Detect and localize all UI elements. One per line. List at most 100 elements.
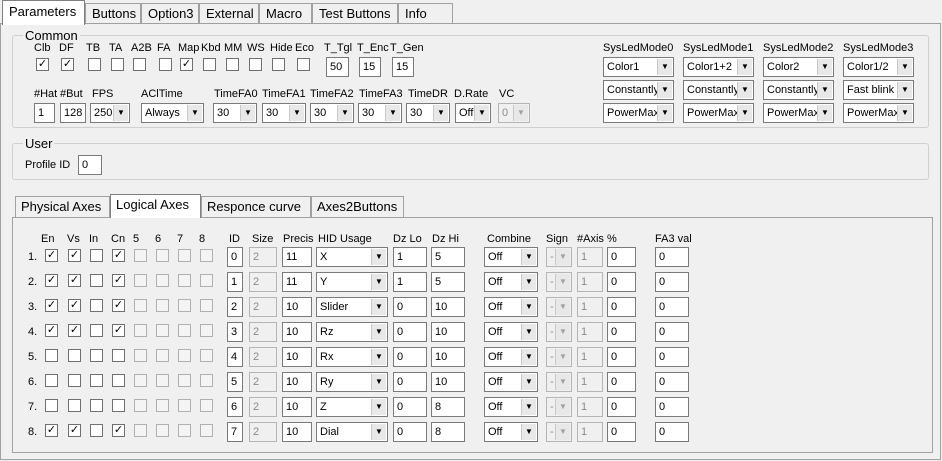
time-dr-select[interactable]: 30 ▼	[406, 103, 450, 123]
axis-flag-checkbox[interactable]	[90, 424, 103, 437]
axis-precis-input[interactable]: 10	[282, 297, 312, 317]
axis-hid-usage-select[interactable]: Rx ▼	[316, 347, 388, 367]
time-fa1-select[interactable]: 30 ▼	[262, 103, 306, 123]
axis-fa3-input[interactable]: 0	[655, 297, 689, 317]
axis-flag-checkbox[interactable]: ✓	[68, 299, 81, 312]
axis-flag-checkbox[interactable]	[90, 299, 103, 312]
hat-input[interactable]: 1	[34, 103, 55, 123]
sys-led-color-select[interactable]: Color2 ▼	[763, 57, 834, 77]
subtab-physical-axes[interactable]: Physical Axes	[15, 196, 110, 217]
axis-hid-usage-select[interactable]: Z ▼	[316, 397, 388, 417]
sys-led-color-select[interactable]: Color1+2 ▼	[683, 57, 754, 77]
axis-percent-input[interactable]: 0	[607, 322, 636, 342]
axis-flag-checkbox[interactable]: ✓	[112, 424, 125, 437]
tab-info[interactable]: Info	[398, 3, 453, 24]
tab-buttons[interactable]: Buttons	[85, 3, 141, 24]
axis-flag-checkbox[interactable]: ✓	[112, 249, 125, 262]
sys-led-mode-select[interactable]: Constantly ▼	[683, 80, 754, 100]
axis-precis-input[interactable]: 10	[282, 422, 312, 442]
axis-precis-input[interactable]: 10	[282, 397, 312, 417]
axis-flag-checkbox[interactable]: ✓	[68, 274, 81, 287]
axis-percent-input[interactable]: 0	[607, 247, 636, 267]
flag-checkbox[interactable]	[88, 58, 101, 71]
axis-flag-checkbox[interactable]	[68, 374, 81, 387]
subtab-logical-axes[interactable]: Logical Axes	[110, 194, 201, 218]
subtab-axes2buttons[interactable]: Axes2Buttons	[311, 196, 404, 217]
tab-macro[interactable]: Macro	[259, 3, 312, 24]
axis-dz-hi-input[interactable]: 5	[431, 247, 465, 267]
axis-dz-lo-input[interactable]: 0	[393, 297, 427, 317]
flag-checkbox[interactable]: ✓	[36, 58, 49, 71]
axis-id-input[interactable]: 0	[227, 247, 243, 267]
axis-flag-checkbox[interactable]	[90, 249, 103, 262]
axis-precis-input[interactable]: 10	[282, 347, 312, 367]
sys-led-mode-select[interactable]: Fast blink ▼	[843, 80, 914, 100]
axis-combine-select[interactable]: Off ▼	[484, 247, 538, 267]
axis-flag-checkbox[interactable]: ✓	[112, 299, 125, 312]
axis-fa3-input[interactable]: 0	[655, 322, 689, 342]
d-rate-select[interactable]: Off ▼	[455, 103, 491, 123]
flag-checkbox[interactable]	[159, 58, 172, 71]
axis-flag-checkbox[interactable]: ✓	[45, 324, 58, 337]
sys-led-mode-select[interactable]: Constantly ▼	[763, 80, 834, 100]
axis-flag-checkbox[interactable]	[68, 399, 81, 412]
time-fa2-select[interactable]: 30 ▼	[310, 103, 354, 123]
axis-flag-checkbox[interactable]: ✓	[45, 274, 58, 287]
axis-fa3-input[interactable]: 0	[655, 372, 689, 392]
axis-dz-hi-input[interactable]: 8	[431, 422, 465, 442]
flag-checkbox[interactable]	[249, 58, 262, 71]
axis-id-input[interactable]: 6	[227, 397, 243, 417]
t-enc-input[interactable]: 15	[359, 57, 381, 77]
axis-flag-checkbox[interactable]	[90, 274, 103, 287]
axis-dz-hi-input[interactable]: 8	[431, 397, 465, 417]
axis-dz-hi-input[interactable]: 10	[431, 347, 465, 367]
flag-checkbox[interactable]	[297, 58, 310, 71]
flag-checkbox[interactable]	[111, 58, 124, 71]
axis-combine-select[interactable]: Off ▼	[484, 322, 538, 342]
axis-id-input[interactable]: 1	[227, 272, 243, 292]
time-fa3-select[interactable]: 30 ▼	[358, 103, 402, 123]
sys-led-mode-select[interactable]: Constantly ▼	[603, 80, 674, 100]
tab-test-buttons[interactable]: Test Buttons	[312, 3, 398, 24]
axis-fa3-input[interactable]: 0	[655, 347, 689, 367]
axis-id-input[interactable]: 5	[227, 372, 243, 392]
axis-dz-lo-input[interactable]: 1	[393, 272, 427, 292]
axis-dz-hi-input[interactable]: 10	[431, 297, 465, 317]
axis-dz-hi-input[interactable]: 10	[431, 372, 465, 392]
tab-external[interactable]: External	[199, 3, 259, 24]
axis-flag-checkbox[interactable]: ✓	[112, 274, 125, 287]
tab-parameters[interactable]: Parameters	[2, 0, 85, 25]
axis-flag-checkbox[interactable]: ✓	[68, 424, 81, 437]
axis-hid-usage-select[interactable]: Dial ▼	[316, 422, 388, 442]
axis-combine-select[interactable]: Off ▼	[484, 397, 538, 417]
axis-dz-lo-input[interactable]: 0	[393, 322, 427, 342]
axis-combine-select[interactable]: Off ▼	[484, 347, 538, 367]
axis-id-input[interactable]: 7	[227, 422, 243, 442]
axis-precis-input[interactable]: 10	[282, 322, 312, 342]
axis-dz-hi-input[interactable]: 10	[431, 322, 465, 342]
axis-percent-input[interactable]: 0	[607, 347, 636, 367]
axis-percent-input[interactable]: 0	[607, 422, 636, 442]
axis-flag-checkbox[interactable]	[112, 349, 125, 362]
axis-hid-usage-select[interactable]: X ▼	[316, 247, 388, 267]
sys-led-power-select[interactable]: PowerMax ▼	[843, 103, 914, 123]
axis-flag-checkbox[interactable]	[112, 399, 125, 412]
axis-percent-input[interactable]: 0	[607, 397, 636, 417]
flag-checkbox[interactable]	[203, 58, 216, 71]
axis-flag-checkbox[interactable]: ✓	[112, 324, 125, 337]
t-gen-input[interactable]: 15	[392, 57, 414, 77]
axis-precis-input[interactable]: 11	[282, 247, 312, 267]
flag-checkbox[interactable]	[272, 58, 285, 71]
axis-fa3-input[interactable]: 0	[655, 397, 689, 417]
axis-hid-usage-select[interactable]: Y ▼	[316, 272, 388, 292]
axis-flag-checkbox[interactable]: ✓	[45, 249, 58, 262]
subtab-responce-curve[interactable]: Responce curve	[201, 196, 311, 217]
axis-dz-lo-input[interactable]: 1	[393, 247, 427, 267]
axis-id-input[interactable]: 3	[227, 322, 243, 342]
axis-id-input[interactable]: 2	[227, 297, 243, 317]
sys-led-power-select[interactable]: PowerMax ▼	[603, 103, 674, 123]
flag-checkbox[interactable]	[133, 58, 146, 71]
axis-flag-checkbox[interactable]	[90, 399, 103, 412]
axis-flag-checkbox[interactable]	[45, 399, 58, 412]
sys-led-color-select[interactable]: Color1 ▼	[603, 57, 674, 77]
